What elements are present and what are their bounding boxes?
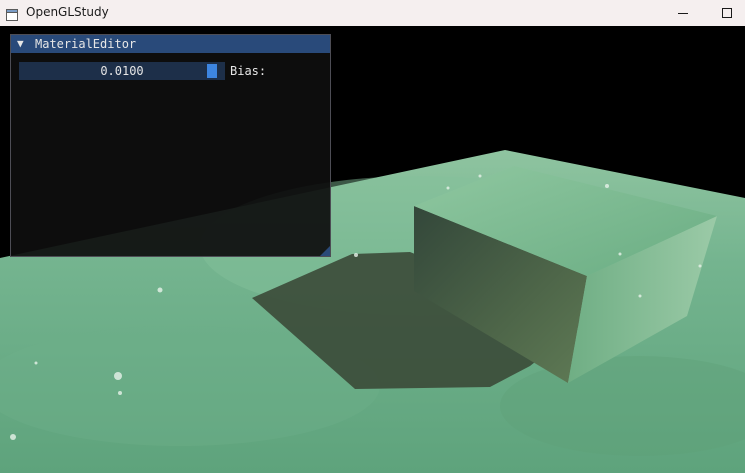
bias-label: Bias: xyxy=(230,64,267,78)
window-title: OpenGLStudy xyxy=(26,5,109,19)
bias-slider[interactable]: 0.0100 xyxy=(19,62,225,80)
title-bar[interactable]: OpenGLStudy xyxy=(0,0,745,26)
material-editor-title: MaterialEditor xyxy=(35,37,137,51)
bias-slider-value: 0.0100 xyxy=(100,64,144,78)
collapse-arrow-icon[interactable]: ▼ xyxy=(17,35,24,53)
maximize-button[interactable] xyxy=(704,0,745,26)
material-editor-title-bar[interactable]: ▼ MaterialEditor xyxy=(11,35,330,53)
resize-grip[interactable] xyxy=(320,246,330,256)
window-app-icon xyxy=(6,6,18,21)
material-editor-window[interactable]: ▼ MaterialEditor 0.0100 Bias: xyxy=(10,34,331,257)
app-window: OpenGLStudy ▼ MaterialEditor 0.0100 Bias… xyxy=(0,0,745,473)
maximize-icon xyxy=(722,8,732,18)
minimize-icon xyxy=(678,13,688,14)
minimize-button[interactable] xyxy=(660,0,706,26)
bias-slider-handle[interactable] xyxy=(207,64,218,78)
